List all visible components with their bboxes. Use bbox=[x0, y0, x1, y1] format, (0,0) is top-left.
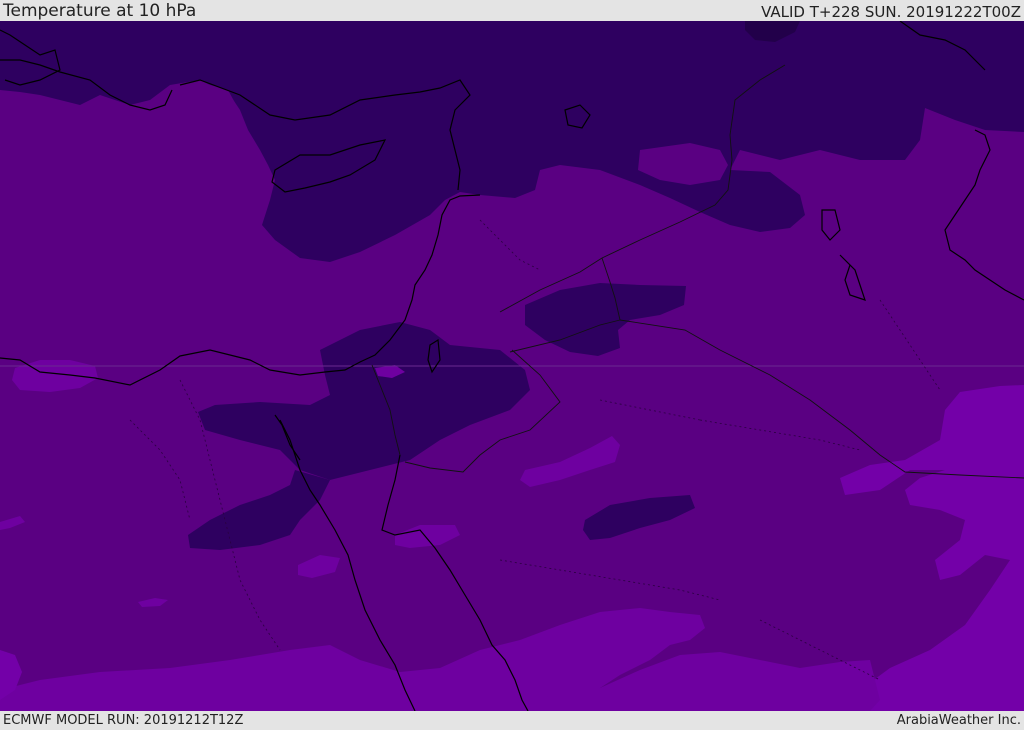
credit-label: ArabiaWeather Inc. bbox=[896, 713, 1021, 728]
map-svg bbox=[0, 21, 1024, 711]
top-bar: Temperature at 10 hPa VALID T+228 SUN. 2… bbox=[0, 0, 1024, 21]
map-view[interactable] bbox=[0, 21, 1024, 711]
map-title: Temperature at 10 hPa bbox=[3, 1, 197, 21]
bottom-bar: ECMWF MODEL RUN: 20191212T12Z ArabiaWeat… bbox=[0, 711, 1024, 729]
valid-time: VALID T+228 SUN. 20191222T00Z bbox=[761, 3, 1021, 21]
model-run: ECMWF MODEL RUN: 20191212T12Z bbox=[3, 713, 244, 728]
